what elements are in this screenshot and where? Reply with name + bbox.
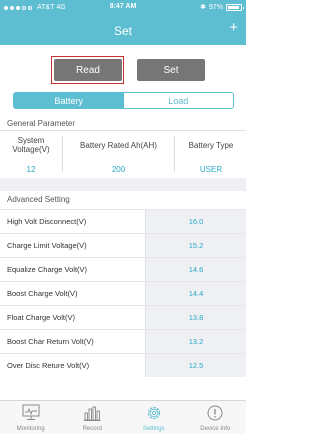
setting-label: Boost Charge Volt(V): [7, 289, 78, 298]
setting-value[interactable]: 14.4: [145, 282, 246, 305]
battery-icon: [226, 3, 244, 11]
setting-row: Boost Char Return Volt(V) 13.2: [0, 329, 246, 353]
divider: [0, 130, 246, 131]
tab-label: Monitoring: [16, 426, 45, 432]
advanced-setting-heading: Advanced Setting: [7, 195, 70, 204]
setting-value[interactable]: 15.2: [145, 234, 246, 257]
setting-value[interactable]: 13.2: [145, 330, 246, 353]
battery-type-label: Battery Type: [188, 141, 234, 150]
status-bar: AT&T 4G 8:47 AM ✱ 97%: [0, 0, 246, 16]
column-divider: [174, 136, 175, 172]
setting-label: Boost Char Return Volt(V): [7, 337, 94, 346]
gear-icon: [147, 406, 160, 420]
tab-device-info[interactable]: Device Info: [185, 401, 247, 434]
battery-type-value[interactable]: USER: [176, 165, 246, 174]
battery-rated-ah-label: Battery Rated Ah(AH): [80, 141, 157, 150]
tab-battery[interactable]: Battery: [14, 93, 124, 108]
setting-label: High Volt Disconnect(V): [7, 217, 87, 226]
bar-chart-icon: [84, 406, 101, 421]
navigation-header: AT&T 4G 8:47 AM ✱ 97% Set +: [0, 0, 246, 45]
monitor-icon: [22, 404, 40, 420]
tab-label: Device Info: [200, 426, 231, 432]
tab-label: Settings: [142, 426, 165, 432]
setting-label: Over Disc Reture Volt(V): [7, 361, 90, 370]
setting-label: Charge Limit Voltage(V): [7, 241, 87, 250]
setting-row: Charge Limit Voltage(V) 15.2: [0, 233, 246, 257]
setting-label: Float Charge Volt(V): [7, 313, 75, 322]
setting-label: Equalize Charge Volt(V): [7, 265, 88, 274]
system-voltage-value[interactable]: 12: [2, 165, 60, 174]
battery-load-segmented-control: Battery Load: [13, 92, 234, 109]
setting-row: High Volt Disconnect(V) 16.0: [0, 209, 246, 233]
setting-value[interactable]: 16.0: [145, 210, 246, 233]
setting-value[interactable]: 13.8: [145, 306, 246, 329]
setting-row: Float Charge Volt(V) 13.8: [0, 305, 246, 329]
setting-row: Boost Charge Volt(V) 14.4: [0, 281, 246, 305]
general-parameter-heading: General Parameter: [7, 119, 76, 128]
add-button[interactable]: +: [229, 20, 238, 35]
status-right: ✱ 97%: [200, 3, 244, 11]
bottom-tab-bar: Monitoring Record Settings Device Info: [0, 400, 246, 434]
bluetooth-icon: ✱: [200, 4, 206, 11]
system-voltage-label-line2: Voltage(V): [12, 145, 50, 154]
setting-row: Equalize Charge Volt(V) 14.6: [0, 257, 246, 281]
column-divider: [62, 136, 63, 172]
tab-settings[interactable]: Settings: [123, 401, 185, 434]
tab-monitoring[interactable]: Monitoring: [0, 401, 62, 434]
page-title: Set: [113, 24, 132, 38]
read-button[interactable]: Read: [54, 59, 122, 81]
setting-value[interactable]: 14.6: [145, 258, 246, 281]
battery-rated-ah-value[interactable]: 200: [65, 165, 172, 174]
tab-load[interactable]: Load: [123, 93, 233, 108]
battery-percent: 97%: [208, 3, 223, 11]
info-icon: [207, 405, 223, 421]
tab-record[interactable]: Record: [62, 401, 124, 434]
section-separator: [0, 178, 246, 191]
setting-value[interactable]: 12.5: [145, 354, 246, 377]
setting-row: Over Disc Reture Volt(V) 12.5: [0, 353, 246, 377]
set-button[interactable]: Set: [137, 59, 205, 81]
system-voltage-label-line1: System: [17, 136, 45, 145]
tab-label: Record: [82, 426, 102, 432]
system-voltage-label: System Voltage(V): [2, 136, 60, 154]
